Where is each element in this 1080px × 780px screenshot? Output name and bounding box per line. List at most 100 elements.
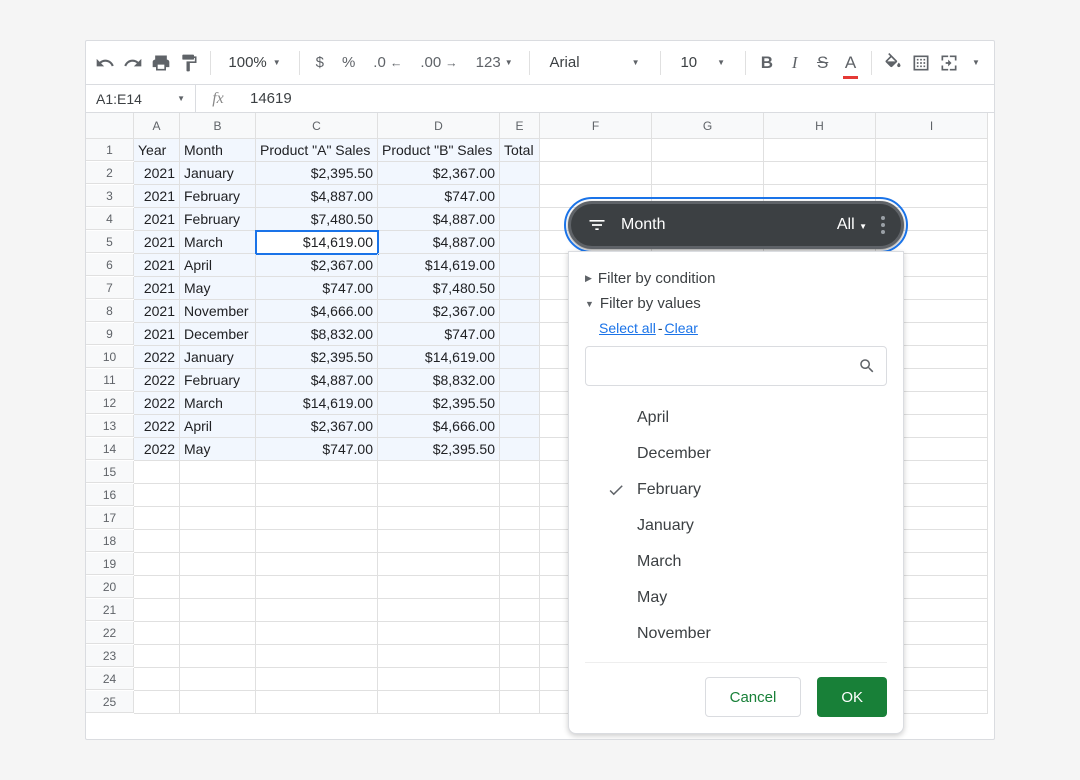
cell[interactable]: [500, 553, 540, 576]
cell[interactable]: [378, 645, 500, 668]
row-header[interactable]: 8: [86, 300, 134, 322]
filter-value-item[interactable]: November: [585, 616, 887, 652]
name-box[interactable]: A1:E14▼: [86, 85, 196, 112]
cell[interactable]: [134, 461, 180, 484]
cell[interactable]: 2021: [134, 231, 180, 254]
cell[interactable]: January: [180, 346, 256, 369]
cell[interactable]: $2,395.50: [256, 162, 378, 185]
column-header[interactable]: E: [500, 113, 540, 139]
cell[interactable]: $4,887.00: [378, 231, 500, 254]
row-header[interactable]: 6: [86, 254, 134, 276]
cell[interactable]: [500, 530, 540, 553]
cell[interactable]: 2021: [134, 208, 180, 231]
cell[interactable]: [134, 507, 180, 530]
cell[interactable]: [378, 691, 500, 714]
cell[interactable]: [500, 484, 540, 507]
cell[interactable]: [500, 668, 540, 691]
cell[interactable]: [500, 231, 540, 254]
cell[interactable]: $8,832.00: [256, 323, 378, 346]
cell[interactable]: $2,395.50: [378, 392, 500, 415]
cell[interactable]: May: [180, 277, 256, 300]
cell[interactable]: [134, 576, 180, 599]
cell[interactable]: 2022: [134, 346, 180, 369]
font-select[interactable]: Arial▼: [540, 54, 650, 71]
cell[interactable]: [134, 645, 180, 668]
cell[interactable]: [540, 139, 652, 162]
cell[interactable]: [256, 668, 378, 691]
filter-value-item[interactable]: January: [585, 508, 887, 544]
cell[interactable]: [500, 576, 540, 599]
filter-value-item[interactable]: December: [585, 436, 887, 472]
cell[interactable]: March: [180, 231, 256, 254]
cell[interactable]: $14,619.00: [256, 231, 378, 254]
cell[interactable]: Month: [180, 139, 256, 162]
row-header[interactable]: 5: [86, 231, 134, 253]
cell[interactable]: [180, 461, 256, 484]
row-header[interactable]: 2: [86, 162, 134, 184]
cell[interactable]: April: [180, 415, 256, 438]
cell[interactable]: [500, 346, 540, 369]
cell[interactable]: [500, 208, 540, 231]
row-header[interactable]: 11: [86, 369, 134, 391]
cell[interactable]: 2022: [134, 369, 180, 392]
cell[interactable]: [500, 392, 540, 415]
percent-format-button[interactable]: %: [336, 54, 361, 71]
row-header[interactable]: 4: [86, 208, 134, 230]
cell[interactable]: [180, 507, 256, 530]
text-color-button[interactable]: A: [840, 51, 862, 75]
cell[interactable]: $4,666.00: [256, 300, 378, 323]
filter-value-item[interactable]: February: [585, 472, 887, 508]
row-header[interactable]: 24: [86, 668, 134, 690]
cell[interactable]: February: [180, 185, 256, 208]
cell[interactable]: [180, 645, 256, 668]
cell[interactable]: [500, 162, 540, 185]
cell[interactable]: [378, 576, 500, 599]
cell[interactable]: $747.00: [256, 277, 378, 300]
more-tools[interactable]: ▼: [966, 58, 986, 67]
cell[interactable]: $14,619.00: [256, 392, 378, 415]
currency-format-button[interactable]: $: [310, 54, 330, 71]
cell[interactable]: $14,619.00: [378, 346, 500, 369]
row-header[interactable]: 10: [86, 346, 134, 368]
row-header[interactable]: 1: [86, 139, 134, 161]
cell[interactable]: 2021: [134, 300, 180, 323]
cell[interactable]: [500, 599, 540, 622]
row-header[interactable]: 25: [86, 691, 134, 713]
select-all-link[interactable]: Select all: [599, 320, 656, 336]
filter-search-input[interactable]: [596, 358, 858, 374]
cell[interactable]: Product "B" Sales: [378, 139, 500, 162]
cell[interactable]: [764, 139, 876, 162]
cell[interactable]: [652, 139, 764, 162]
borders-button[interactable]: [910, 51, 932, 75]
ok-button[interactable]: OK: [817, 677, 887, 717]
cell[interactable]: February: [180, 208, 256, 231]
cell[interactable]: [256, 507, 378, 530]
cell[interactable]: $2,367.00: [256, 415, 378, 438]
cell[interactable]: Product "A" Sales: [256, 139, 378, 162]
column-header[interactable]: G: [652, 113, 764, 139]
cell[interactable]: $2,367.00: [256, 254, 378, 277]
cell[interactable]: [180, 599, 256, 622]
row-header[interactable]: 16: [86, 484, 134, 506]
row-header[interactable]: 21: [86, 599, 134, 621]
cell[interactable]: $2,367.00: [378, 300, 500, 323]
cell[interactable]: 2021: [134, 162, 180, 185]
cell[interactable]: [500, 622, 540, 645]
cell[interactable]: February: [180, 369, 256, 392]
cell[interactable]: [256, 645, 378, 668]
redo-button[interactable]: [122, 51, 144, 75]
cell[interactable]: $8,832.00: [378, 369, 500, 392]
row-header[interactable]: 13: [86, 415, 134, 437]
row-header[interactable]: 17: [86, 507, 134, 529]
row-header[interactable]: 20: [86, 576, 134, 598]
row-header[interactable]: 23: [86, 645, 134, 667]
cell[interactable]: [180, 691, 256, 714]
cell[interactable]: [500, 645, 540, 668]
cell[interactable]: [500, 369, 540, 392]
clear-link[interactable]: Clear: [664, 320, 697, 336]
cell[interactable]: [500, 323, 540, 346]
cell[interactable]: $14,619.00: [378, 254, 500, 277]
cell[interactable]: [256, 599, 378, 622]
row-header[interactable]: 14: [86, 438, 134, 460]
cell[interactable]: 2021: [134, 323, 180, 346]
